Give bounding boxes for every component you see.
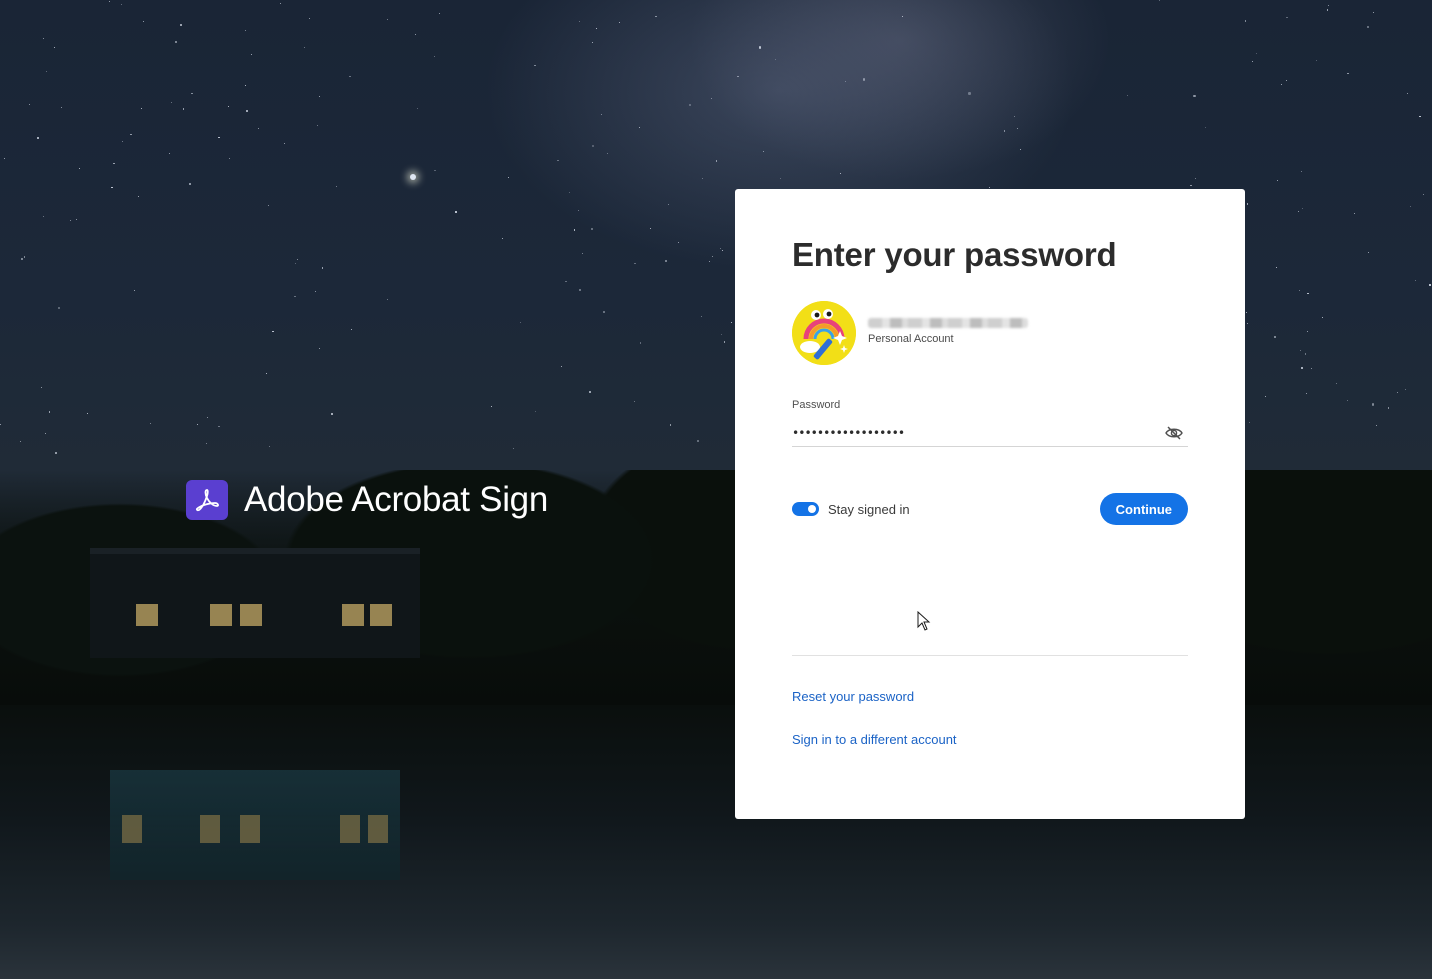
sign-in-card: Enter your password Personal Account Pas… <box>735 189 1245 819</box>
alternate-links: Reset your password Sign in to a differe… <box>792 689 957 747</box>
password-field: Password <box>792 399 1188 447</box>
cabin <box>90 548 420 658</box>
rainbow-magic-wand-avatar-icon <box>792 301 856 365</box>
mouse-cursor-icon <box>917 611 931 631</box>
avatar <box>792 301 856 365</box>
show-password-button[interactable] <box>1162 421 1186 445</box>
eye-slash-icon <box>1165 425 1183 440</box>
reset-password-link[interactable]: Reset your password <box>792 689 957 704</box>
brand-name: Adobe Acrobat Sign <box>244 480 548 519</box>
acrobat-logo-icon <box>186 480 228 520</box>
continue-button[interactable]: Continue <box>1099 493 1188 525</box>
actions-row: Stay signed in Continue <box>792 493 1188 525</box>
different-account-link[interactable]: Sign in to a different account <box>792 732 957 747</box>
toggle-switch[interactable] <box>792 502 819 516</box>
divider <box>792 655 1188 656</box>
brand: Adobe Acrobat Sign <box>186 480 548 520</box>
cabin-reflection <box>110 770 400 880</box>
page-title: Enter your password <box>792 236 1117 273</box>
password-label: Password <box>792 399 841 411</box>
account-summary: Personal Account <box>792 301 1188 365</box>
account-email-redacted <box>868 317 1028 328</box>
account-type: Personal Account <box>868 332 954 345</box>
password-input[interactable] <box>792 425 1132 440</box>
stay-signed-in-toggle[interactable]: Stay signed in <box>792 502 910 517</box>
stay-signed-in-label: Stay signed in <box>828 501 910 517</box>
